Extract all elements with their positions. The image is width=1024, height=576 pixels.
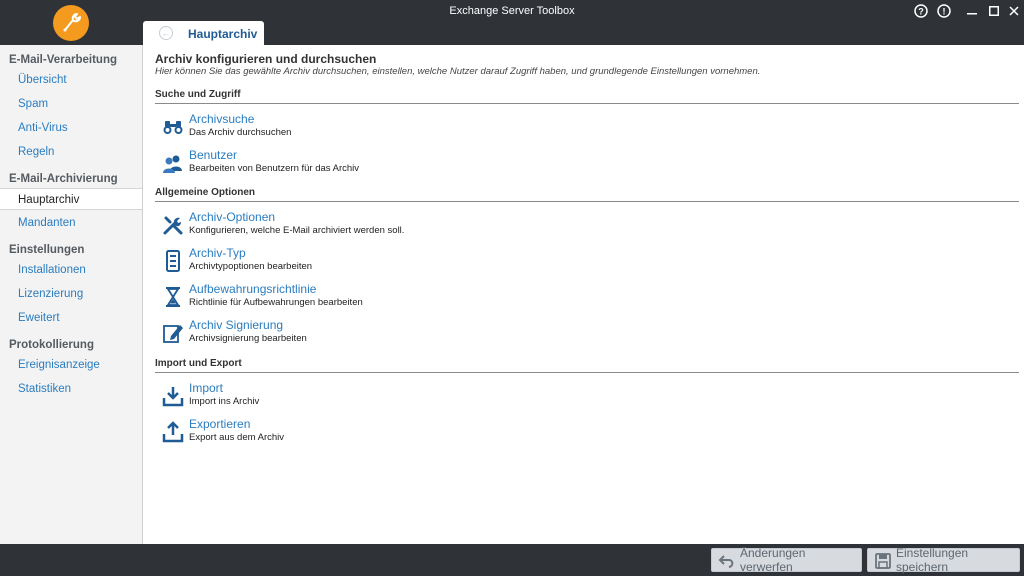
tab-label: Hauptarchiv xyxy=(188,27,258,41)
sidebar-heading-email-archiving: E-Mail-Archivierung xyxy=(9,173,118,185)
sidebar-item-main-archive[interactable]: Hauptarchiv xyxy=(0,188,142,210)
option-title: Archiv-Typ xyxy=(189,246,246,260)
svg-text:?: ? xyxy=(918,7,924,17)
export-icon xyxy=(162,421,184,443)
option-desc: Das Archiv durchsuchen xyxy=(189,127,292,138)
section-heading-search-access: Suche und Zugriff xyxy=(155,89,1019,104)
section-heading-import-export: Import und Export xyxy=(155,358,1019,373)
option-desc: Archivsignierung bearbeiten xyxy=(189,333,307,344)
help-icon[interactable]: ? xyxy=(913,3,929,19)
users-icon xyxy=(163,155,182,173)
close-icon[interactable] xyxy=(1007,3,1021,19)
option-archive-search[interactable]: Archivsuche Das Archiv durchsuchen xyxy=(161,112,761,144)
floppy-disk-icon xyxy=(875,553,891,569)
option-archive-type[interactable]: Archiv-Typ Archivtypoptionen bearbeiten xyxy=(161,246,761,278)
main-panel: Archiv konfigurieren und durchsuchen Hie… xyxy=(143,45,1024,544)
sidebar: E-Mail-Verarbeitung Übersicht Spam Anti-… xyxy=(0,45,143,544)
sidebar-item-tenants[interactable]: Mandanten xyxy=(0,212,142,234)
sidebar-item-advanced[interactable]: Eweitert xyxy=(0,307,142,329)
option-title: Import xyxy=(189,381,224,395)
option-title: Exportieren xyxy=(189,417,251,431)
import-icon xyxy=(162,387,184,407)
hourglass-icon xyxy=(166,287,180,307)
undo-icon xyxy=(718,555,734,568)
sidebar-item-anti-virus[interactable]: Anti-Virus xyxy=(0,117,142,139)
discard-changes-button[interactable]: Änderungen verwerfen xyxy=(711,546,862,574)
page-subtitle: Hier können Sie das gewählte Archiv durc… xyxy=(155,66,761,77)
window-title: Exchange Server Toolbox xyxy=(449,5,575,17)
tools-icon xyxy=(163,216,183,235)
sidebar-item-spam[interactable]: Spam xyxy=(0,93,142,115)
save-settings-button[interactable]: Einstellungen speichern xyxy=(867,546,1020,574)
page-title: Archiv konfigurieren und durchsuchen xyxy=(155,52,377,66)
sidebar-item-licensing[interactable]: Lizenzierung xyxy=(0,283,142,305)
title-bar: Exchange Server Toolbox ? ! ← Hauptarchi… xyxy=(0,0,1024,45)
archive-type-icon xyxy=(166,250,180,272)
tab-hauptarchiv[interactable]: ← Hauptarchiv xyxy=(143,21,264,45)
option-export[interactable]: Exportieren Export aus dem Archiv xyxy=(161,417,761,449)
option-title: Archiv Signierung xyxy=(189,318,284,332)
sidebar-item-overview[interactable]: Übersicht xyxy=(0,69,142,91)
section-heading-general-options: Allgemeine Optionen xyxy=(155,187,1019,202)
option-desc: Archivtypoptionen bearbeiten xyxy=(189,261,313,272)
sidebar-item-installations[interactable]: Installationen xyxy=(0,259,142,281)
maximize-icon[interactable] xyxy=(987,3,1001,19)
minimize-icon[interactable] xyxy=(965,3,979,19)
option-users[interactable]: Benutzer Bearbeiten von Benutzern für da… xyxy=(161,148,761,180)
option-desc: Import ins Archiv xyxy=(189,396,260,407)
option-desc: Konfigurieren, welche E-Mail archiviert … xyxy=(189,225,405,236)
option-title: Archivsuche xyxy=(189,112,255,126)
option-desc: Export aus dem Archiv xyxy=(189,432,285,443)
save-settings-label: Einstellungen speichern xyxy=(896,546,969,574)
svg-text:!: ! xyxy=(943,7,946,17)
option-title: Archiv-Optionen xyxy=(189,210,276,224)
sidebar-heading-email-processing: E-Mail-Verarbeitung xyxy=(9,54,117,66)
option-retention-policy[interactable]: Aufbewahrungsrichtlinie Richtlinie für A… xyxy=(161,282,761,314)
option-desc: Bearbeiten von Benutzern für das Archiv xyxy=(189,163,360,174)
signature-icon xyxy=(163,325,183,343)
option-title: Aufbewahrungsrichtlinie xyxy=(189,282,317,296)
option-title: Benutzer xyxy=(189,148,238,162)
option-desc: Richtlinie für Aufbewahrungen bearbeiten xyxy=(189,297,363,308)
sidebar-item-event-viewer[interactable]: Ereignisanzeige xyxy=(0,354,142,376)
option-archive-options[interactable]: Archiv-Optionen Konfigurieren, welche E-… xyxy=(161,210,761,242)
option-import[interactable]: Import Import ins Archiv xyxy=(161,381,761,413)
info-icon[interactable]: ! xyxy=(936,3,952,19)
sidebar-item-statistics[interactable]: Statistiken xyxy=(0,378,142,400)
back-arrow-icon[interactable]: ← xyxy=(159,26,173,40)
option-archive-signing[interactable]: Archiv Signierung Archivsignierung bearb… xyxy=(161,318,761,350)
footer-bar: Änderungen verwerfen Einstellungen speic… xyxy=(0,544,1024,576)
sidebar-item-rules[interactable]: Regeln xyxy=(0,141,142,163)
discard-changes-label: Änderungen verwerfen xyxy=(740,546,806,574)
binoculars-icon xyxy=(163,121,183,134)
sidebar-heading-settings: Einstellungen xyxy=(9,244,85,256)
sidebar-heading-logging: Protokollierung xyxy=(9,339,94,351)
